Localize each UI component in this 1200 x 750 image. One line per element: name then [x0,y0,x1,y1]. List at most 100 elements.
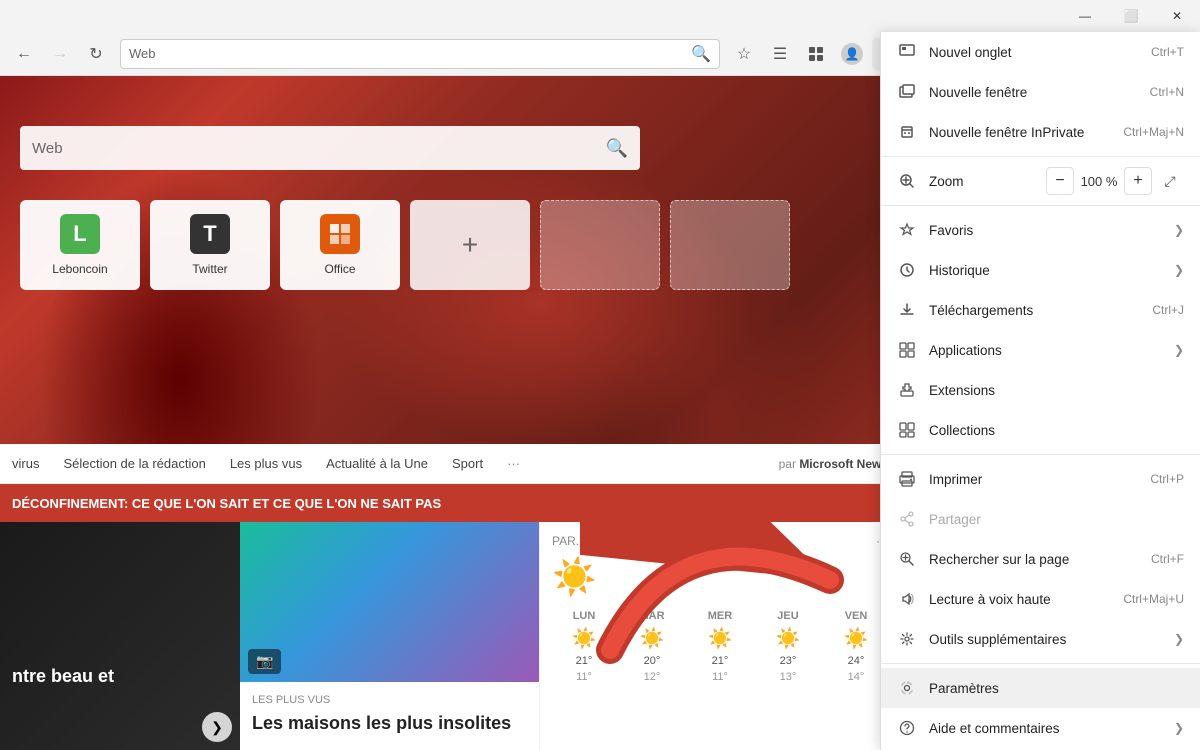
menu-item-favorites[interactable]: Favoris ❯ [881,210,1200,250]
dropdown-menu: Nouvel onglet Ctrl+T Nouvelle fenêtre Ct… [880,32,1200,750]
news-tab-plus-vus[interactable]: Les plus vus [230,456,302,471]
back-button[interactable]: ← [8,38,40,70]
menu-item-settings[interactable]: Paramètres [881,668,1200,708]
find-shortcut: Ctrl+F [1151,552,1184,566]
jeu-icon: ☀️ [776,626,801,651]
collections-menu-icon [897,420,917,440]
shortcut-empty-1 [540,200,660,290]
search-icon: 🔍 [691,44,711,64]
read-aloud-icon [897,589,917,609]
menu-item-inprivate[interactable]: Nouvelle fenêtre InPrivate Ctrl+Maj+N [881,112,1200,152]
jeu-high: 23° [780,655,797,667]
inprivate-label: Nouvelle fenêtre InPrivate [929,125,1115,140]
twitter-label: Twitter [192,262,227,276]
find-icon [897,549,917,569]
shortcut-leboncoin[interactable]: L Leboncoin [20,200,140,290]
shortcut-add[interactable]: + [410,200,530,290]
breaking-text: DÉCONFINEMENT: CE QUE L'ON SAIT ET CE QU… [12,496,441,511]
zoom-text-label: Zoom [929,174,1046,189]
address-bar[interactable]: Web 🔍 [120,39,720,69]
menu-item-help[interactable]: Aide et commentaires ❯ [881,708,1200,748]
title-bar: — ⬜ ✕ [0,0,1200,32]
profile-icon[interactable]: 👤 [836,38,868,70]
news-tab-more[interactable]: ··· [507,456,520,471]
news-tab-sport[interactable]: Sport [452,456,483,471]
menu-item-print[interactable]: Imprimer Ctrl+P [881,459,1200,499]
help-icon [897,718,917,738]
weather-header: PAR... > ··· [552,534,888,548]
new-window-icon [897,82,917,102]
new-tab-label: Nouvel onglet [929,45,1143,60]
settings-label: Paramètres [929,681,1184,696]
reload-button[interactable]: ↻ [80,38,112,70]
search-submit-icon[interactable]: 🔍 [606,138,628,159]
forecast-ven: VEN ☀️ 24° 14° [824,610,888,683]
menu-item-apps[interactable]: Applications ❯ [881,330,1200,370]
menu-item-new-tab[interactable]: Nouvel onglet Ctrl+T [881,32,1200,72]
menu-item-find[interactable]: Rechercher sur la page Ctrl+F [881,539,1200,579]
twitter-icon: T [190,214,230,254]
shortcut-twitter[interactable]: T Twitter [150,200,270,290]
minimize-button[interactable]: — [1062,0,1108,32]
more-tools-label: Outils supplémentaires [929,632,1170,647]
forward-button[interactable]: → [44,38,76,70]
right-arrow-nav[interactable]: ❯ [202,712,232,742]
close-button[interactable]: ✕ [1154,0,1200,32]
zoom-minus-button[interactable]: − [1046,167,1074,195]
leboncoin-label: Leboncoin [52,262,107,276]
print-shortcut: Ctrl+P [1150,472,1184,486]
zoom-fullscreen-button[interactable]: ⤢ [1156,167,1184,195]
ven-icon: ☀️ [844,626,869,651]
help-arrow: ❯ [1174,721,1184,735]
news-bar: virus Sélection de la rédaction Les plus… [0,444,900,484]
news-tab-actualite[interactable]: Actualité à la Une [326,456,428,471]
find-label: Rechercher sur la page [929,552,1143,567]
collections-icon[interactable] [800,38,832,70]
mar-high: 20° [644,655,661,667]
menu-item-new-window[interactable]: Nouvelle fenêtre Ctrl+N [881,72,1200,112]
menu-item-zoom: Zoom − 100 % + ⤢ [881,161,1200,201]
maximize-button[interactable]: ⬜ [1108,0,1154,32]
article-category: LES PLUS VUS [252,694,527,706]
favorites-icon[interactable]: ☆ [728,38,760,70]
settings-icon [897,678,917,698]
office-icon [320,214,360,254]
read-aloud-shortcut: Ctrl+Maj+U [1123,592,1184,606]
browser-content: Web 🔍 L Leboncoin T Twitter Office + [0,76,900,750]
help-label: Aide et commentaires [929,721,1170,736]
zoom-plus-button[interactable]: + [1124,167,1152,195]
menu-divider-2 [881,205,1200,206]
favorites-menu-icon [897,220,917,240]
mar-label: MAR [639,610,664,622]
mar-icon: ☀️ [640,626,665,651]
mer-icon: ☀️ [708,626,733,651]
zoom-value-display: 100 % [1074,174,1124,189]
menu-item-extensions[interactable]: Extensions [881,370,1200,410]
weather-current: ☀️ [552,556,888,598]
menu-item-downloads[interactable]: Téléchargements Ctrl+J [881,290,1200,330]
news-tab-virus[interactable]: virus [12,456,39,471]
downloads-shortcut: Ctrl+J [1152,303,1184,317]
menu-item-collections[interactable]: Collections [881,410,1200,450]
menu-item-more-tools[interactable]: Outils supplémentaires ❯ [881,619,1200,659]
leboncoin-icon: L [60,214,100,254]
zoom-icon [897,171,917,191]
article-body: LES PLUS VUS Les maisons les plus insoli… [240,682,539,747]
read-aloud-label: Lecture à voix haute [929,592,1115,607]
menu-item-share[interactable]: Partager [881,499,1200,539]
forecast-lun: LUN ☀️ 21° 11° [552,610,616,683]
shortcut-office[interactable]: Office [280,200,400,290]
apps-icon [897,340,917,360]
current-sun-icon: ☀️ [552,556,597,598]
weather-widget: PAR... > ··· ☀️ LUN ☀️ 21° 11° MAR ☀️ 20… [540,522,900,750]
search-section: Web 🔍 L Leboncoin T Twitter Office + [0,126,900,290]
news-tab-selection[interactable]: Sélection de la rédaction [63,456,205,471]
office-label: Office [324,262,355,276]
menu-item-read-aloud[interactable]: Lecture à voix haute Ctrl+Maj+U [881,579,1200,619]
news-content: ntre beau et ❯ 📷 LES PLUS VUS Les maison… [0,522,900,750]
main-article[interactable]: 📷 LES PLUS VUS Les maisons les plus inso… [240,522,540,750]
menu-item-history[interactable]: Historique ❯ [881,250,1200,290]
search-box[interactable]: Web 🔍 [20,126,640,170]
ven-low: 14° [848,671,865,683]
reading-list-icon[interactable]: ☰ [764,38,796,70]
